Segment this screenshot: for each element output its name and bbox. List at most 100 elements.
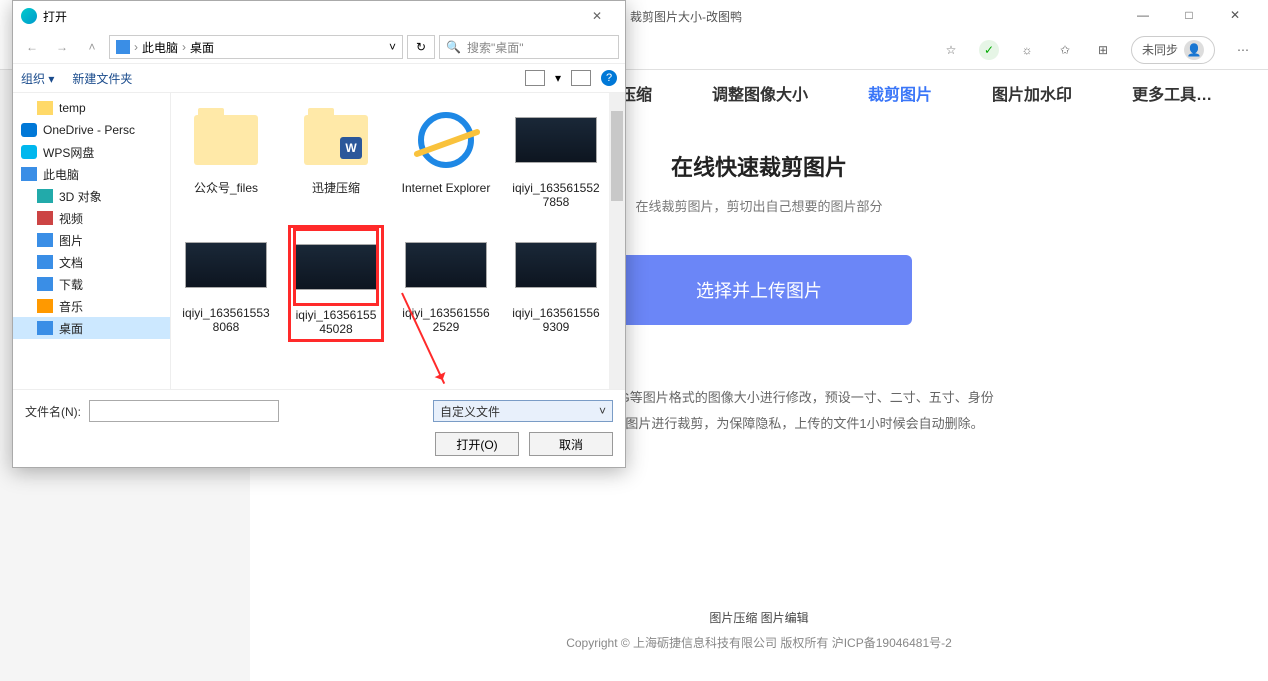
avatar-icon: 👤 [1184, 40, 1204, 60]
close-button[interactable]: ✕ [1212, 0, 1258, 30]
file-item[interactable]: iqiyi_1635615569309 [511, 228, 601, 339]
nav-item-2[interactable]: 裁剪图片 [868, 81, 932, 105]
tree-item[interactable]: 视频 [13, 207, 170, 229]
search-icon: 🔍 [446, 40, 461, 54]
search-input[interactable]: 🔍 搜索"桌面" [439, 35, 619, 59]
tree-item[interactable]: OneDrive - Persc [13, 119, 170, 141]
copyright: Copyright © 上海砺捷信息科技有限公司 版权所有 沪ICP备19046… [250, 634, 1268, 651]
tree-label: 图片 [59, 232, 83, 249]
dialog-nav-row: ← → ˄ › 此电脑 › 桌面 ˅ ↻ 🔍 搜索"桌面" [13, 31, 625, 63]
shield-icon[interactable]: ✓ [979, 40, 999, 60]
file-thumbnail [295, 103, 377, 177]
folder-tree: temp OneDrive - Persc WPS网盘此电脑 3D 对象视频图片文档下… [13, 93, 171, 389]
preview-icon[interactable] [571, 70, 591, 86]
view-dropdown-icon[interactable]: ▾ [555, 71, 561, 85]
minimize-button[interactable]: — [1120, 0, 1166, 30]
help-icon[interactable]: ? [601, 70, 617, 86]
cancel-button[interactable]: 取消 [529, 432, 613, 456]
footer-links[interactable]: 图片压缩 图片编辑 [250, 609, 1268, 626]
view-icon[interactable] [525, 70, 545, 86]
folder-icon [37, 255, 53, 269]
forward-button[interactable]: → [49, 34, 75, 60]
breadcrumb-desktop[interactable]: 桌面 [190, 39, 214, 56]
nav-item-3[interactable]: 图片加水印 [992, 81, 1072, 105]
sync-label: 未同步 [1142, 41, 1178, 58]
sun-icon[interactable]: ☼ [1017, 40, 1037, 60]
maximize-button[interactable]: □ [1166, 0, 1212, 30]
edge-icon [21, 8, 37, 24]
tree-label: 音乐 [59, 298, 83, 315]
collections-icon[interactable]: ⊞ [1093, 40, 1113, 60]
filename-input[interactable] [89, 400, 279, 422]
folder-icon [37, 189, 53, 203]
search-placeholder: 搜索"桌面" [467, 39, 524, 56]
file-label: 迅捷压缩 [291, 181, 381, 195]
file-grid-row1: 公众号_files 迅捷压缩 Internet Explorer iqiyi_1635… [181, 103, 615, 210]
tree-item[interactable]: 3D 对象 [13, 185, 170, 207]
dialog-titlebar: 打开 ✕ [13, 1, 625, 31]
folder-icon [37, 321, 53, 335]
file-item[interactable]: 公众号_files [181, 103, 271, 210]
tree-item[interactable]: 下载 [13, 273, 170, 295]
file-pane: 公众号_files 迅捷压缩 Internet Explorer iqiyi_1635… [171, 93, 625, 389]
page-footer: 图片压缩 图片编辑 Copyright © 上海砺捷信息科技有限公司 版权所有 … [250, 609, 1268, 651]
pc-icon [116, 40, 130, 54]
tree-label: OneDrive - Persc [43, 123, 135, 137]
filetype-select[interactable]: 自定义文件˅ [433, 400, 613, 422]
file-item[interactable]: iqiyi_1635615545028 [291, 228, 381, 339]
file-label: iqiyi_1635615545028 [293, 308, 379, 337]
sync-button[interactable]: 未同步 👤 [1131, 36, 1215, 64]
tree-label: WPS网盘 [43, 144, 94, 161]
breadcrumb-pc[interactable]: 此电脑 [142, 39, 178, 56]
folder-icon [37, 211, 53, 225]
tree-item[interactable]: 此电脑 [13, 163, 170, 185]
chevron-down-icon[interactable]: ˅ [389, 40, 396, 54]
dialog-close-button[interactable]: ✕ [577, 2, 617, 30]
file-item[interactable]: iqiyi_1635615538068 [181, 228, 271, 339]
tree-label: 3D 对象 [59, 188, 102, 205]
file-grid-row2: iqiyi_1635615538068 iqiyi_1635615545028 iq… [181, 228, 615, 339]
tree-item[interactable]: 文档 [13, 251, 170, 273]
file-thumbnail [405, 103, 487, 177]
file-thumbnail [295, 230, 377, 304]
file-label: Internet Explorer [401, 181, 491, 195]
tree-item[interactable]: 桌面 [13, 317, 170, 339]
file-open-dialog: 打开 ✕ ← → ˄ › 此电脑 › 桌面 ˅ ↻ 🔍 搜索"桌面" 组织 ▾ … [12, 0, 626, 468]
file-thumbnail [515, 103, 597, 177]
file-label: iqiyi_1635615538068 [181, 306, 271, 335]
new-folder-button[interactable]: 新建文件夹 [72, 70, 132, 87]
back-button[interactable]: ← [19, 34, 45, 60]
folder-icon [21, 145, 37, 159]
folder-icon [21, 167, 37, 181]
tree-item[interactable]: 音乐 [13, 295, 170, 317]
file-thumbnail [185, 103, 267, 177]
open-button[interactable]: 打开(O) [435, 432, 519, 456]
dialog-toolbar: 组织 ▾ 新建文件夹 ▾ ? [13, 63, 625, 93]
tree-label: 视频 [59, 210, 83, 227]
nav-item-4[interactable]: 更多工具… [1132, 81, 1212, 105]
file-item[interactable]: 迅捷压缩 [291, 103, 381, 210]
file-label: 公众号_files [181, 181, 271, 195]
folder-icon [37, 233, 53, 247]
folder-icon [21, 123, 37, 137]
file-item[interactable]: Internet Explorer [401, 103, 491, 210]
file-item[interactable]: iqiyi_1635615527858 [511, 103, 601, 210]
tree-item[interactable]: temp [13, 97, 170, 119]
up-button[interactable]: ˄ [79, 34, 105, 60]
nav-item-1[interactable]: 调整图像大小 [712, 81, 808, 105]
more-icon[interactable]: ⋯ [1233, 40, 1253, 60]
tree-item[interactable]: 图片 [13, 229, 170, 251]
folder-icon [37, 299, 53, 313]
refresh-button[interactable]: ↻ [407, 35, 435, 59]
dialog-footer: 文件名(N): 自定义文件˅ 打开(O) 取消 [13, 389, 625, 467]
breadcrumb[interactable]: › 此电脑 › 桌面 ˅ [109, 35, 403, 59]
tree-label: 桌面 [59, 320, 83, 337]
filename-label: 文件名(N): [25, 403, 81, 420]
scrollbar[interactable] [609, 93, 625, 389]
file-thumbnail [185, 228, 267, 302]
upload-button[interactable]: 选择并上传图片 [606, 255, 912, 325]
organize-menu[interactable]: 组织 ▾ [21, 70, 54, 87]
favorites-bar-icon[interactable]: ✩ [1055, 40, 1075, 60]
favorite-icon[interactable]: ☆ [941, 40, 961, 60]
tree-item[interactable]: WPS网盘 [13, 141, 170, 163]
